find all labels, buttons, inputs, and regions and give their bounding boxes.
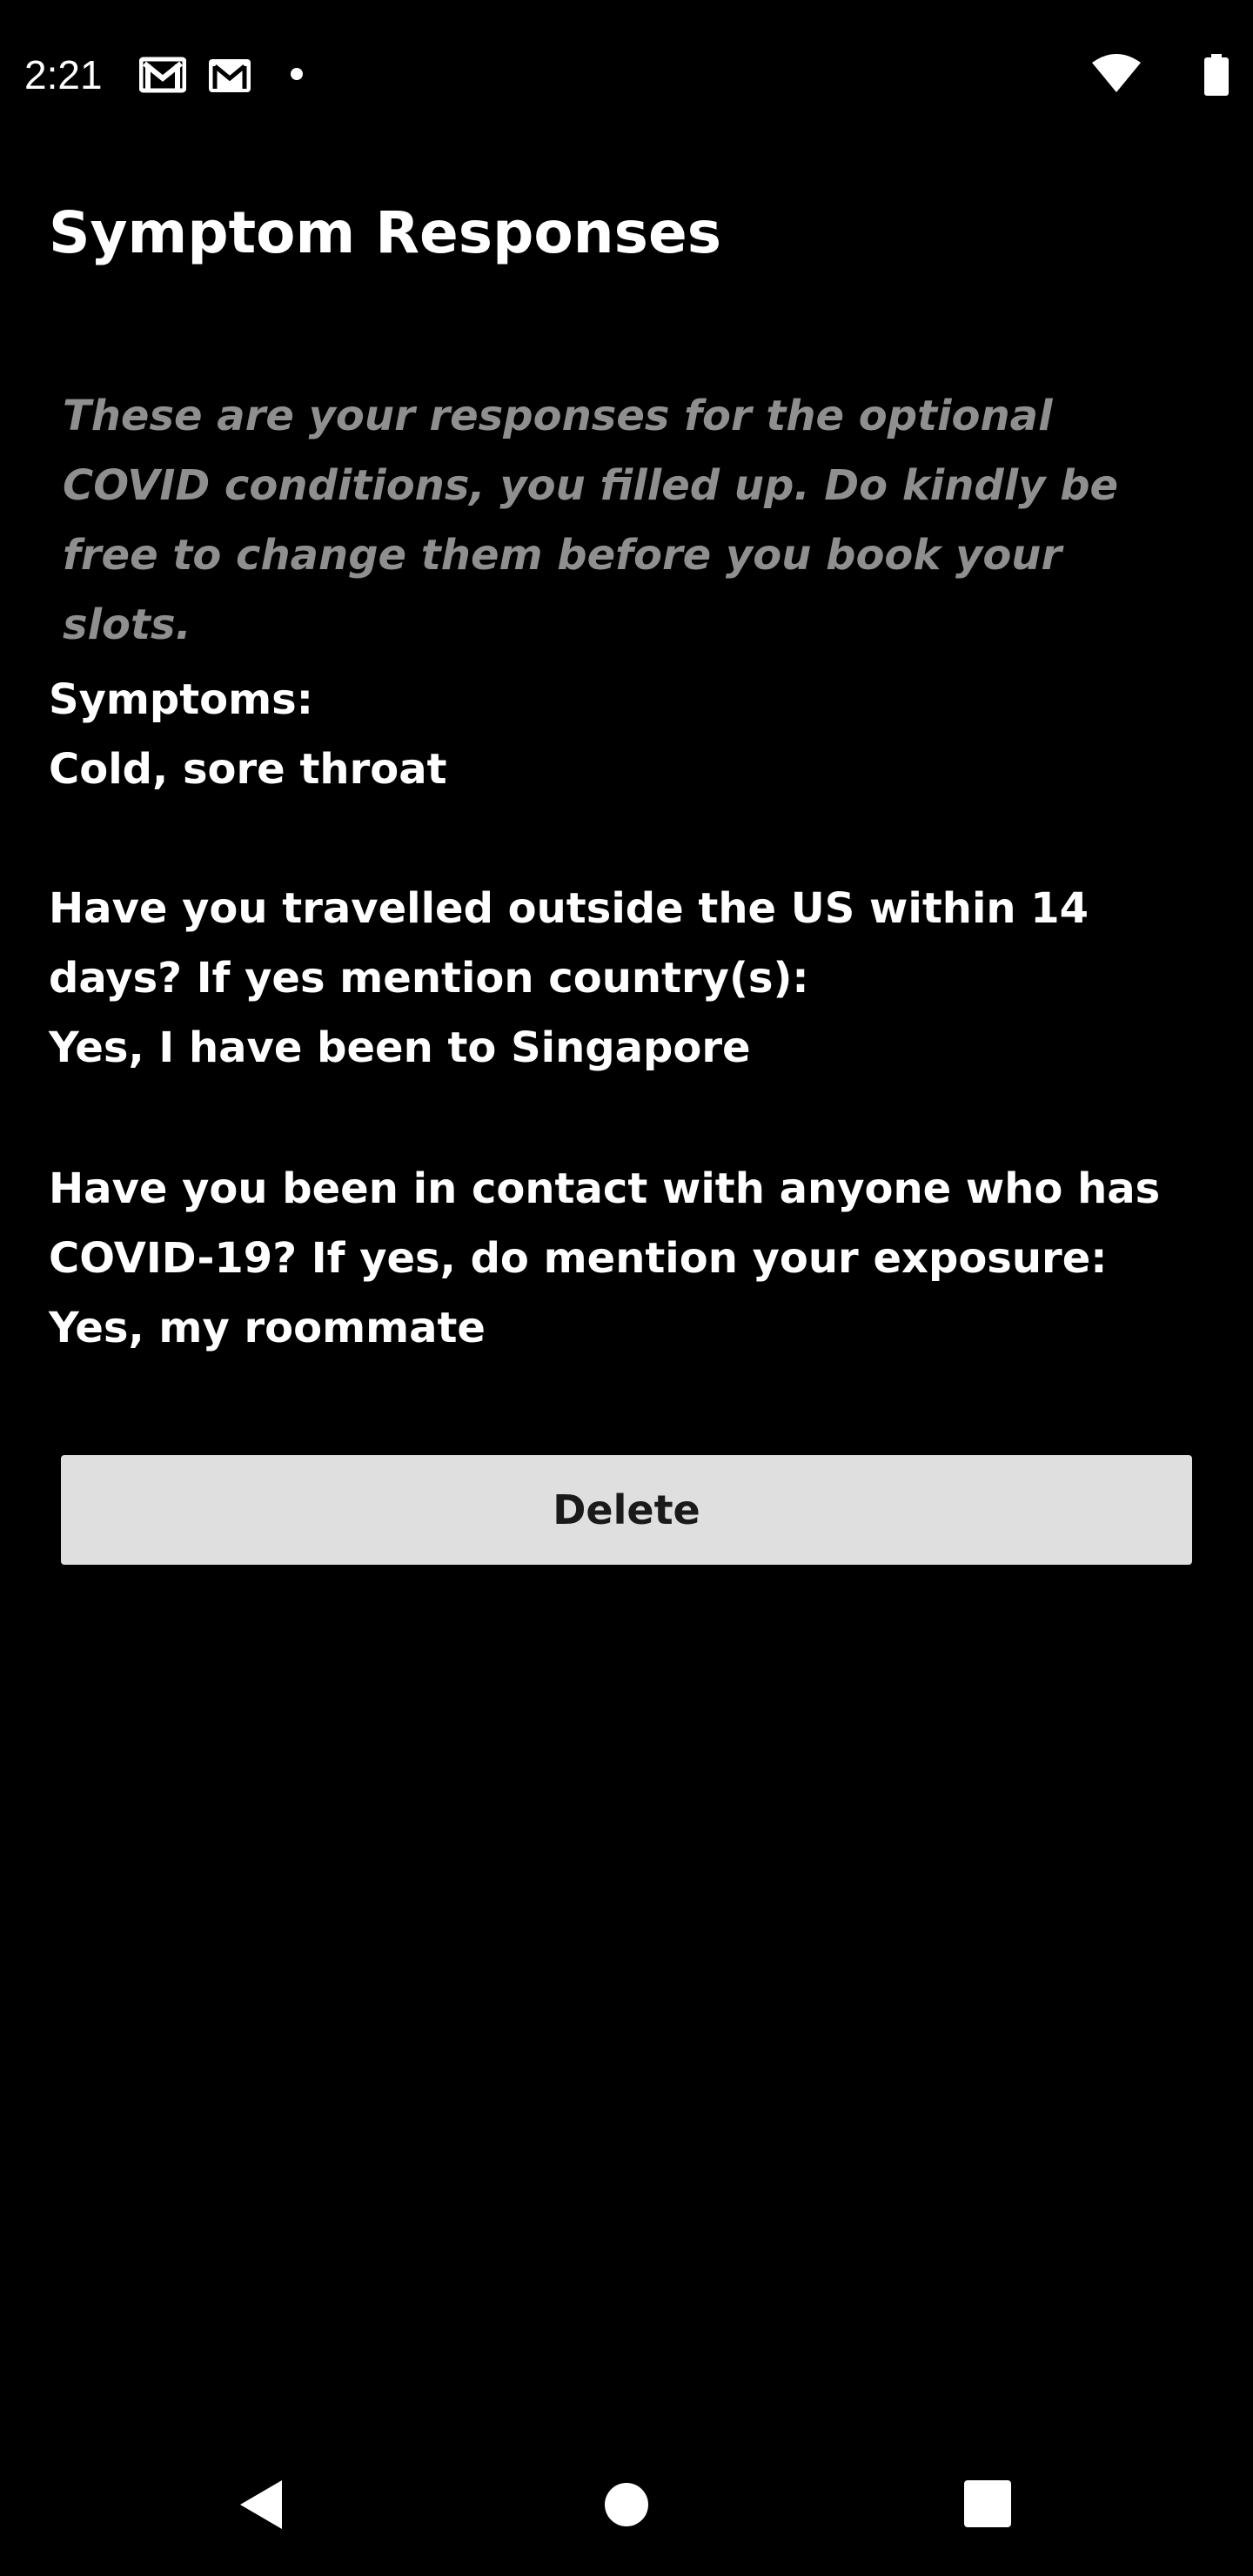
response-symptoms: Symptoms: Cold, sore throat xyxy=(49,665,1215,804)
response-question: Have you travelled outside the US within… xyxy=(49,884,1089,1003)
status-time: 2:21 xyxy=(24,52,103,97)
notification-dot-icon xyxy=(291,68,303,80)
response-question: Have you been in contact with anyone who… xyxy=(49,1164,1161,1283)
wifi-icon xyxy=(1091,54,1142,94)
status-bar: 2:21 xyxy=(0,0,1253,148)
response-answer: Cold, sore throat xyxy=(49,745,447,794)
intro-text: These are your responses for the optiona… xyxy=(63,392,1119,649)
recents-icon[interactable] xyxy=(964,2480,1011,2527)
battery-icon xyxy=(1204,54,1229,96)
gmail-icon xyxy=(209,59,251,92)
response-travel: Have you travelled outside the US within… xyxy=(49,874,1215,1083)
delete-button[interactable]: Delete xyxy=(61,1455,1192,1565)
response-answer: Yes, my roommate xyxy=(49,1304,486,1352)
page-title: Symptom Responses xyxy=(49,199,721,266)
back-icon[interactable] xyxy=(235,2477,287,2532)
home-icon[interactable] xyxy=(604,2482,649,2527)
gmail-icon xyxy=(138,56,187,94)
response-question: Symptoms: xyxy=(49,675,313,724)
navigation-bar xyxy=(0,2437,1253,2576)
response-answer: Yes, I have been to Singapore xyxy=(49,1023,751,1072)
response-contact: Have you been in contact with anyone who… xyxy=(49,1154,1215,1363)
